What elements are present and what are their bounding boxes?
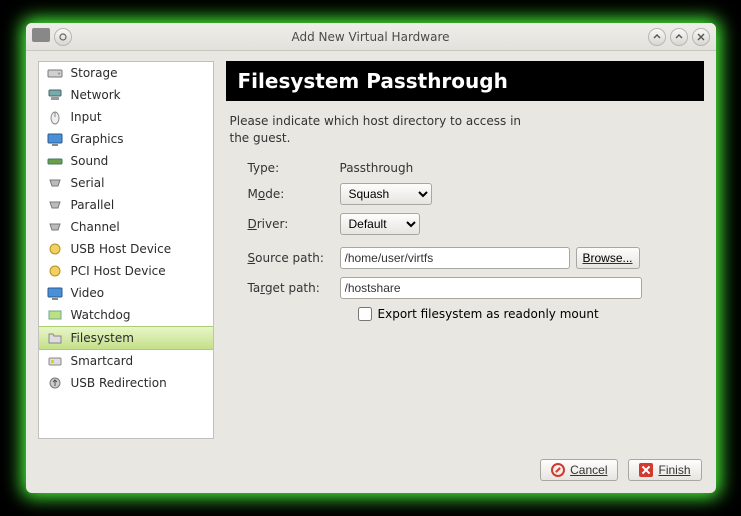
video-icon [47, 285, 63, 301]
close-button[interactable] [692, 28, 710, 46]
finish-button-label: Finish [658, 463, 690, 477]
sidebar-item-label: Video [71, 286, 105, 300]
sidebar-item-label: USB Redirection [71, 376, 167, 390]
pci-icon [47, 263, 63, 279]
sidebar-item-storage[interactable]: Storage [39, 62, 213, 84]
watchdog-icon [47, 307, 63, 323]
sidebar-item-label: Channel [71, 220, 120, 234]
browse-button[interactable]: Browse... [576, 247, 640, 269]
sidebar-item-sound[interactable]: Sound [39, 150, 213, 172]
sidebar-item-label: USB Host Device [71, 242, 172, 256]
sidebar-item-parallel[interactable]: Parallel [39, 194, 213, 216]
type-label: Type: [230, 161, 340, 175]
sidebar-item-label: Serial [71, 176, 105, 190]
smartcard-icon [47, 353, 63, 369]
titlebar: Add New Virtual Hardware [26, 23, 716, 51]
filesystem-icon [47, 330, 63, 346]
sidebar-item-graphics[interactable]: Graphics [39, 128, 213, 150]
sidebar-item-smartcard[interactable]: Smartcard [39, 350, 213, 372]
minimize-button[interactable] [648, 28, 666, 46]
input-icon [47, 109, 63, 125]
sidebar-item-serial[interactable]: Serial [39, 172, 213, 194]
sidebar-item-video[interactable]: Video [39, 282, 213, 304]
sidebar-item-label: Graphics [71, 132, 124, 146]
readonly-checkbox[interactable] [358, 307, 372, 321]
sidebar-item-label: Filesystem [71, 331, 134, 345]
graphics-icon [47, 131, 63, 147]
target-path-input[interactable] [340, 277, 642, 299]
parallel-icon [47, 197, 63, 213]
page-heading: Filesystem Passthrough [226, 61, 704, 101]
finish-button[interactable]: Finish [628, 459, 701, 481]
sidebar-item-label: Sound [71, 154, 109, 168]
type-value: Passthrough [340, 161, 414, 175]
sidebar-item-channel[interactable]: Channel [39, 216, 213, 238]
sidebar-item-usb-host[interactable]: USB Host Device [39, 238, 213, 260]
titlebar-menu-button[interactable] [54, 28, 72, 46]
sidebar-item-pci-host[interactable]: PCI Host Device [39, 260, 213, 282]
network-icon [47, 87, 63, 103]
sidebar-item-label: Input [71, 110, 102, 124]
usb-icon [47, 241, 63, 257]
mode-select[interactable]: Squash [340, 183, 432, 205]
sidebar-item-label: Network [71, 88, 121, 102]
source-path-label: Source path: [230, 251, 340, 265]
sidebar-item-label: Parallel [71, 198, 115, 212]
sidebar-item-input[interactable]: Input [39, 106, 213, 128]
dialog-footer: Cancel Finish [26, 449, 716, 493]
serial-icon [47, 175, 63, 191]
cancel-icon [551, 463, 565, 477]
sidebar-item-usb-redirection[interactable]: USB Redirection [39, 372, 213, 394]
sidebar-item-label: Smartcard [71, 354, 134, 368]
driver-select[interactable]: Default [340, 213, 420, 235]
cancel-button-label: Cancel [570, 463, 607, 477]
channel-icon [47, 219, 63, 235]
mode-label: Mode: [230, 187, 340, 201]
sound-icon [47, 153, 63, 169]
finish-icon [639, 463, 653, 477]
page-description: Please indicate which host directory to … [226, 101, 526, 161]
storage-icon [47, 65, 63, 81]
sidebar-item-watchdog[interactable]: Watchdog [39, 304, 213, 326]
sidebar-item-network[interactable]: Network [39, 84, 213, 106]
main-panel: Filesystem Passthrough Please indicate w… [226, 61, 704, 439]
filesystem-form: Type: Passthrough Mode: Squash Driver: D… [226, 161, 704, 321]
usb-redirection-icon [47, 375, 63, 391]
dialog-window: Add New Virtual Hardware Storage [26, 23, 716, 493]
sidebar-item-filesystem[interactable]: Filesystem [39, 326, 213, 350]
target-path-label: Target path: [230, 281, 340, 295]
sidebar-item-label: Watchdog [71, 308, 131, 322]
hardware-type-sidebar: Storage Network Input Graphics Sound [38, 61, 214, 439]
sidebar-item-label: PCI Host Device [71, 264, 166, 278]
readonly-label: Export filesystem as readonly mount [378, 307, 599, 321]
cancel-button[interactable]: Cancel [540, 459, 618, 481]
app-icon [32, 28, 50, 42]
maximize-button[interactable] [670, 28, 688, 46]
sidebar-item-label: Storage [71, 66, 118, 80]
window-title: Add New Virtual Hardware [26, 30, 716, 44]
driver-label: Driver: [230, 217, 340, 231]
source-path-input[interactable] [340, 247, 570, 269]
